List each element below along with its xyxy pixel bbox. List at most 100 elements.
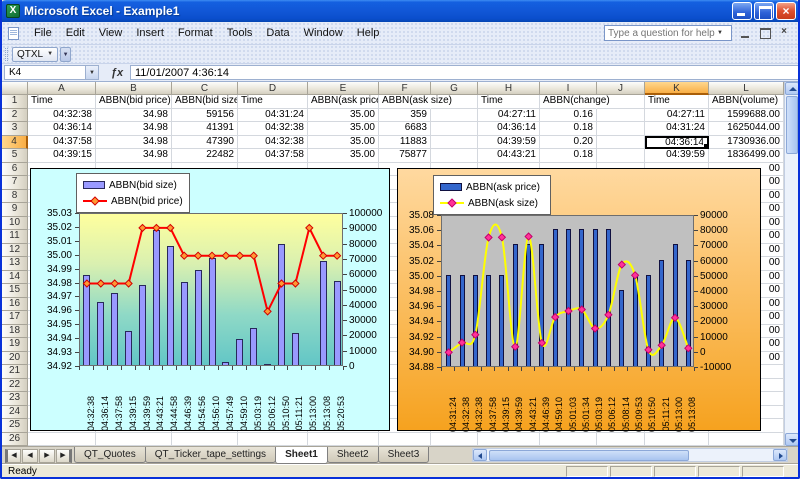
- row-header-9[interactable]: 9: [2, 203, 28, 217]
- row-header-10[interactable]: 10: [2, 217, 28, 231]
- cell-I4[interactable]: 0.20: [540, 136, 597, 150]
- cell-H2[interactable]: 04:27:11: [478, 109, 540, 123]
- sheet-tab-sheet2[interactable]: Sheet2: [327, 447, 379, 463]
- cell-D4[interactable]: 04:32:38: [238, 136, 308, 150]
- cell-L1[interactable]: ABBN(volume): [709, 95, 784, 109]
- column-header-b[interactable]: B: [96, 82, 172, 95]
- menu-item-help[interactable]: Help: [350, 24, 387, 42]
- cell-I5[interactable]: 0.18: [540, 149, 597, 163]
- workbook-close-button[interactable]: ×: [776, 26, 792, 40]
- row-header-6[interactable]: 6: [2, 163, 28, 177]
- insert-function-icon[interactable]: ƒx: [107, 67, 127, 79]
- row-header-19[interactable]: 19: [2, 338, 28, 352]
- menu-item-tools[interactable]: Tools: [220, 24, 260, 42]
- cell-A3[interactable]: 04:36:14: [28, 122, 96, 136]
- ask-chart[interactable]: 35.0835.0635.0435.0235.0034.9834.9634.94…: [397, 168, 761, 431]
- row-header-26[interactable]: 26: [2, 433, 28, 447]
- cell-K5[interactable]: 04:39:59: [645, 149, 709, 163]
- row-header-8[interactable]: 8: [2, 190, 28, 204]
- cell-E1[interactable]: ABBN(ask price): [308, 95, 379, 109]
- cell-B3[interactable]: 34.98: [96, 122, 172, 136]
- column-header-l[interactable]: L: [709, 82, 784, 95]
- cell-G3[interactable]: [431, 122, 478, 136]
- cell-C1[interactable]: ABBN(bid size): [172, 95, 238, 109]
- cell-K3[interactable]: 04:31:24: [645, 122, 709, 136]
- cell-F4[interactable]: 11883: [379, 136, 431, 150]
- tab-next-button[interactable]: ▶: [39, 449, 55, 463]
- row-header-21[interactable]: 21: [2, 365, 28, 379]
- row-header-11[interactable]: 11: [2, 230, 28, 244]
- column-header-e[interactable]: E: [308, 82, 379, 95]
- cell-I3[interactable]: 0.18: [540, 122, 597, 136]
- column-header-i[interactable]: I: [540, 82, 597, 95]
- cell-C3[interactable]: 41391: [172, 122, 238, 136]
- row-header-25[interactable]: 25: [2, 419, 28, 433]
- scroll-right-button[interactable]: [773, 449, 787, 461]
- menu-item-window[interactable]: Window: [297, 24, 350, 42]
- cell-D3[interactable]: 04:32:38: [238, 122, 308, 136]
- qtxl-menu-button[interactable]: QTXL ▼: [12, 47, 58, 62]
- cell-L26[interactable]: [709, 433, 784, 447]
- column-header-a[interactable]: A: [28, 82, 96, 95]
- column-header-c[interactable]: C: [172, 82, 238, 95]
- vertical-scroll-thumb[interactable]: [786, 96, 798, 154]
- cell-H3[interactable]: 04:36:14: [478, 122, 540, 136]
- cell-F5[interactable]: 75877: [379, 149, 431, 163]
- scroll-down-button[interactable]: [785, 433, 798, 446]
- cell-J3[interactable]: [597, 122, 645, 136]
- horizontal-scrollbar[interactable]: [472, 448, 788, 462]
- cell-L3[interactable]: 1625044.00: [709, 122, 784, 136]
- row-header-2[interactable]: 2: [2, 109, 28, 123]
- column-header-j[interactable]: J: [597, 82, 645, 95]
- column-header-g[interactable]: G: [431, 82, 478, 95]
- cell-C5[interactable]: 22482: [172, 149, 238, 163]
- cell-K2[interactable]: 04:27:11: [645, 109, 709, 123]
- cell-A5[interactable]: 04:39:15: [28, 149, 96, 163]
- cell-H4[interactable]: 04:39:59: [478, 136, 540, 150]
- row-header-4[interactable]: 4: [2, 136, 28, 150]
- menu-item-format[interactable]: Format: [171, 24, 220, 42]
- row-header-13[interactable]: 13: [2, 257, 28, 271]
- close-button[interactable]: ×: [776, 2, 796, 20]
- cell-K1[interactable]: Time: [645, 95, 709, 109]
- cell-B2[interactable]: 34.98: [96, 109, 172, 123]
- row-header-16[interactable]: 16: [2, 298, 28, 312]
- row-header-18[interactable]: 18: [2, 325, 28, 339]
- cell-A2[interactable]: 04:32:38: [28, 109, 96, 123]
- tab-first-button[interactable]: ◀: [5, 449, 21, 463]
- sheet-tab-sheet1[interactable]: Sheet1: [275, 447, 328, 464]
- vertical-scrollbar[interactable]: [784, 82, 798, 446]
- cell-D1[interactable]: Time: [238, 95, 308, 109]
- toolbar-options-button[interactable]: ▼: [60, 47, 71, 62]
- scroll-up-button[interactable]: [785, 82, 798, 95]
- help-search-box[interactable]: ▼: [604, 25, 732, 41]
- cell-G4[interactable]: [431, 136, 478, 150]
- column-header-d[interactable]: D: [238, 82, 308, 95]
- tab-last-button[interactable]: ▶: [56, 449, 72, 463]
- row-header-12[interactable]: 12: [2, 244, 28, 258]
- cell-J5[interactable]: [597, 149, 645, 163]
- cell-C4[interactable]: 47390: [172, 136, 238, 150]
- cell-F1[interactable]: ABBN(ask size): [379, 95, 431, 109]
- cell-I1[interactable]: ABBN(change): [540, 95, 597, 109]
- row-header-14[interactable]: 14: [2, 271, 28, 285]
- cell-B1[interactable]: ABBN(bid price): [96, 95, 172, 109]
- help-search-input[interactable]: [605, 28, 717, 39]
- cell-F3[interactable]: 6683: [379, 122, 431, 136]
- row-header-15[interactable]: 15: [2, 284, 28, 298]
- cell-C2[interactable]: 59156: [172, 109, 238, 123]
- cell-F26[interactable]: [379, 433, 431, 447]
- cell-D2[interactable]: 04:31:24: [238, 109, 308, 123]
- bid-chart[interactable]: 35.0335.0235.0135.0034.9934.9834.9734.96…: [30, 168, 390, 431]
- row-header-1[interactable]: 1: [2, 95, 28, 109]
- cell-J4[interactable]: [597, 136, 645, 150]
- cell-B5[interactable]: 34.98: [96, 149, 172, 163]
- cell-L4[interactable]: 1730936.00: [709, 136, 784, 150]
- cell-H5[interactable]: 04:43:21: [478, 149, 540, 163]
- cell-D5[interactable]: 04:37:58: [238, 149, 308, 163]
- cell-L5[interactable]: 1836499.00: [709, 149, 784, 163]
- cell-J2[interactable]: [597, 109, 645, 123]
- formula-input[interactable]: 11/01/2007 4:36:14: [130, 65, 798, 80]
- cell-B4[interactable]: 34.98: [96, 136, 172, 150]
- help-dropdown-icon[interactable]: ▼: [717, 30, 725, 36]
